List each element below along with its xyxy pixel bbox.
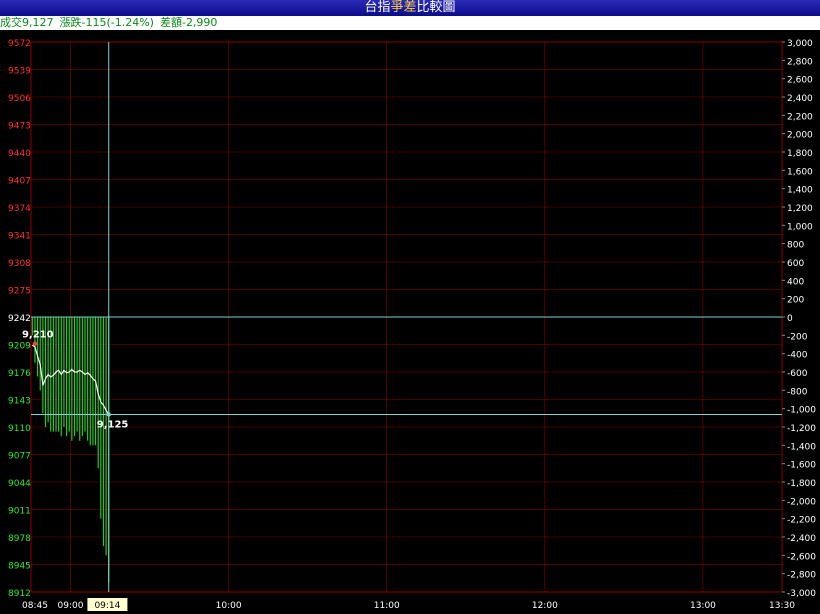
spread-bar <box>79 317 81 441</box>
x-tick-label: 09:00 <box>58 601 84 611</box>
y-left-tick-label: 9308 <box>8 259 31 269</box>
y-left-tick-label: 9572 <box>8 39 31 49</box>
y-left-tick-label: 9044 <box>8 479 31 489</box>
y-right-tick-label: -1,200 <box>787 424 816 434</box>
y-left-tick-label: 9275 <box>8 287 31 297</box>
y-right-tick-label: -1,000 <box>787 406 816 416</box>
y-left-tick-label: 9539 <box>8 67 31 77</box>
high-point-label: 9,210 <box>22 330 54 341</box>
y-right-tick-label: 2,200 <box>787 112 813 122</box>
change-text: 漲跌-115(-1.24%) <box>59 16 154 29</box>
spread-bar <box>87 317 89 441</box>
y-left-tick-label: 9011 <box>8 507 31 517</box>
y-right-tick-label: -2,800 <box>787 571 816 581</box>
y-right-tick-label: 800 <box>787 241 804 251</box>
spread-bar <box>102 317 105 547</box>
title-part-a: 台指 <box>364 0 391 15</box>
spread-bar <box>73 317 76 437</box>
x-tick-label: 13:30 <box>769 601 795 611</box>
y-right-tick-label: -800 <box>787 387 808 397</box>
cursor-time-label: 09:14 <box>94 601 120 611</box>
volume-text: 成交9,127 <box>0 16 54 29</box>
x-tick-label: 11:00 <box>374 601 400 611</box>
y-right-tick-label: 600 <box>787 259 804 269</box>
spread-bar <box>81 317 83 437</box>
spread-bar <box>89 317 91 446</box>
spread-bar <box>60 317 62 437</box>
spread-bar <box>39 317 41 391</box>
y-right-tick-label: -3,000 <box>787 589 816 599</box>
last-point-label: 9,125 <box>97 420 129 431</box>
y-right-tick-label: -2,200 <box>787 516 816 526</box>
y-left-tick-label: 9506 <box>8 94 31 104</box>
title-bar: 台指爭差比較圖 <box>0 0 820 16</box>
y-left-tick-label: 9176 <box>8 369 31 379</box>
y-right-tick-label: -400 <box>787 351 808 361</box>
spread-bar <box>65 317 68 437</box>
y-left-tick-label: 8912 <box>8 589 31 599</box>
y-right-tick-label: 400 <box>787 277 804 287</box>
y-right-tick-label: 1,400 <box>787 186 813 196</box>
y-right-tick-label: -600 <box>787 369 808 379</box>
y-left-tick-label: 9242 <box>8 314 31 324</box>
y-left-tick-label: 8978 <box>8 534 31 544</box>
y-right-tick-label: 1,000 <box>787 222 813 232</box>
y-right-tick-label: 3,000 <box>787 39 813 49</box>
y-right-tick-label: -2,400 <box>787 534 816 544</box>
y-right-tick-label: 1,200 <box>787 204 813 214</box>
y-right-tick-label: -1,600 <box>787 461 816 471</box>
y-right-tick-label: 200 <box>787 296 804 306</box>
y-right-tick-label: 1,600 <box>787 167 813 177</box>
y-left-tick-label: 9473 <box>8 122 31 132</box>
last-point-marker <box>106 412 111 417</box>
quote-info-bar: 成交9,127 漲跌-115(-1.24%) 差額-2,990 <box>0 16 820 30</box>
y-right-tick-label: 0 <box>787 314 793 324</box>
title-part-b: 爭差 <box>390 0 417 15</box>
x-tick-label: 08:45 <box>22 601 48 611</box>
y-right-tick-label: -1,400 <box>787 442 816 452</box>
diff-text: 差額-2,990 <box>159 16 218 29</box>
y-right-tick-label: 2,800 <box>787 57 813 67</box>
spread-bar <box>100 317 102 519</box>
y-left-tick-label: 9143 <box>8 397 31 407</box>
spread-chart[interactable]: 9572 9539 9506 9473 9440 9407 9374 9341 9308 9275… <box>0 30 820 614</box>
y-right-tick-label: -200 <box>787 332 808 342</box>
spread-bar <box>71 317 73 441</box>
y-left-tick-label: 9341 <box>8 232 31 242</box>
x-tick-label: 12:00 <box>532 601 558 611</box>
high-point-marker <box>32 341 38 346</box>
x-tick-label: 10:00 <box>216 601 242 611</box>
spread-bar <box>92 317 94 446</box>
y-right-tick-label: 2,000 <box>787 131 813 141</box>
y-right-tick-label: 1,800 <box>787 149 813 159</box>
y-left-tick-label: 9110 <box>8 424 31 434</box>
spread-bar <box>36 317 39 377</box>
y-right-tick-label: -1,800 <box>787 479 816 489</box>
y-right-tick-label: -2,600 <box>787 552 816 562</box>
spread-bar <box>105 317 107 556</box>
y-left-tick-label: 9407 <box>8 177 31 187</box>
title-part-c: 比較圖 <box>416 0 456 15</box>
x-tick-label: 13:00 <box>690 601 716 611</box>
y-left-tick-label: 9440 <box>8 149 31 159</box>
y-right-tick-label: 2,400 <box>787 94 813 104</box>
y-right-tick-label: 2,600 <box>787 76 813 86</box>
y-right-tick-label: -2,000 <box>787 497 816 507</box>
y-left-tick-label: 9077 <box>8 452 31 462</box>
y-left-tick-label: 9374 <box>8 204 31 214</box>
y-left-tick-label: 9209 <box>8 342 31 352</box>
y-left-tick-label: 8945 <box>8 562 31 572</box>
